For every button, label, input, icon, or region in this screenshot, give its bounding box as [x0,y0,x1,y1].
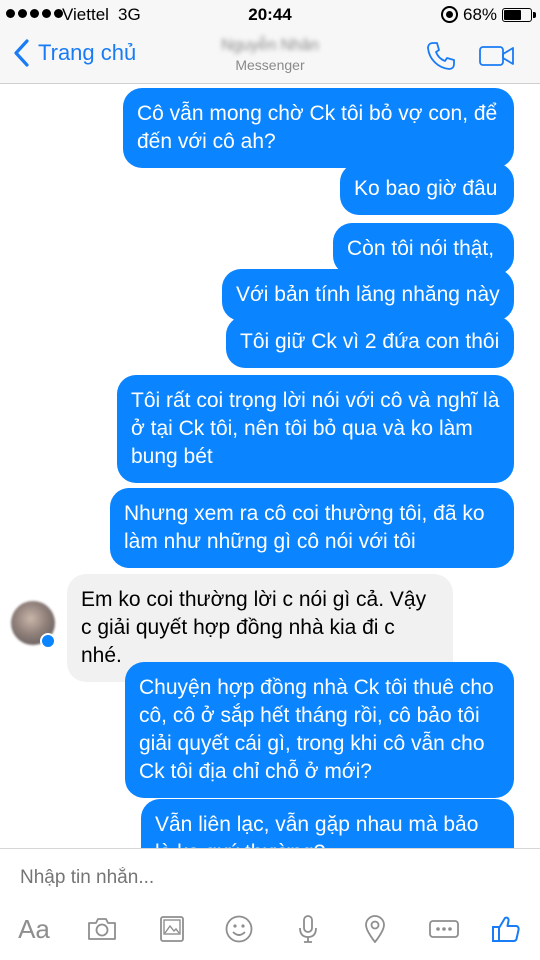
message-bubble-outgoing[interactable]: Nhưng xem ra cô coi thường tôi, đã ko là… [110,488,514,568]
messenger-badge-icon [40,633,56,649]
message-bubble-outgoing[interactable]: Tôi giữ Ck vì 2 đứa con thôi [226,316,514,368]
location-pin-icon [365,915,385,943]
message-input[interactable] [20,867,500,889]
smiley-icon [225,915,253,943]
contact-name[interactable]: Nguyễn Nhân [0,37,540,55]
status-time: 20:44 [248,5,292,24]
orientation-lock-icon [441,6,458,23]
message-bubble-outgoing[interactable]: Còn tôi nói thật, [333,223,514,275]
phone-icon [427,42,455,70]
video-call-button[interactable] [478,42,516,70]
camera-icon [88,918,116,940]
status-bar: Viettel 3G 20:44 68% [0,0,540,30]
more-options-button[interactable] [424,911,464,947]
message-bubble-outgoing[interactable]: Ko bao giờ đâu [340,163,514,215]
message-bubble-outgoing[interactable]: Cô vẫn mong chờ Ck tôi bỏ vợ con, để đến… [123,88,514,168]
message-composer: Aa [0,848,540,960]
message-list[interactable]: Cô vẫn mong chờ Ck tôi bỏ vợ con, để đến… [0,85,540,848]
battery-icon [502,8,536,22]
message-bubble-outgoing[interactable]: Vẫn liên lạc, vẫn gặp nhau mà bảo là ko … [141,799,514,848]
location-button[interactable] [355,911,395,947]
text-format-button[interactable]: Aa [14,911,54,947]
camera-button[interactable] [82,911,122,947]
more-icon [429,920,459,938]
photo-gallery-button[interactable] [152,911,192,947]
video-camera-icon [479,46,514,66]
sticker-button[interactable] [219,911,259,947]
photo-icon [160,916,184,942]
voice-message-button[interactable] [288,911,328,947]
battery-percentage: 68% [463,5,498,24]
battery-level [504,10,521,20]
contact-subtitle: Messenger [235,57,305,73]
microphone-icon [299,915,317,943]
like-button[interactable] [486,911,526,947]
message-bubble-outgoing[interactable]: Tôi rất coi trọng lời nói với cô và nghĩ… [117,375,514,483]
composer-toolbar: Aa [0,911,540,951]
message-bubble-outgoing[interactable]: Chuyện hợp đồng nhà Ck tôi thuê cho cô, … [125,662,514,798]
message-bubble-outgoing[interactable]: Với bản tính lăng nhăng này [222,269,514,321]
conversation-header: Trang chủ Nguyễn Nhân Messenger [0,30,540,84]
thumbs-up-icon [492,916,520,942]
voice-call-button[interactable] [425,40,457,72]
